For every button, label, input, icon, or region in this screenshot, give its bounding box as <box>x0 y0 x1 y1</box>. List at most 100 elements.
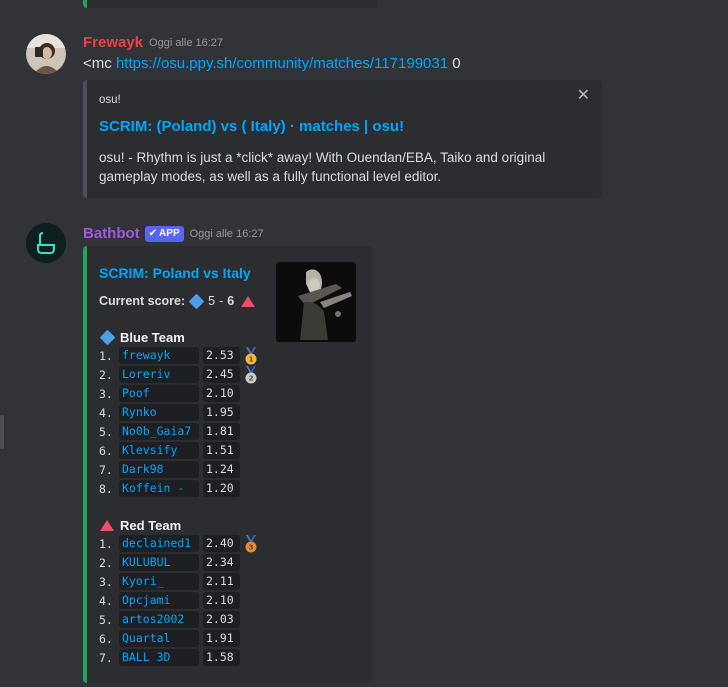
player-rank: 1. <box>99 348 113 363</box>
bronze-medal-icon: 3 <box>243 534 259 553</box>
player-name[interactable]: Loreriv <box>119 366 199 383</box>
player-row: 5. artos2002 2.03 <box>99 611 240 628</box>
svg-text:1: 1 <box>249 355 254 363</box>
embed-thumbnail[interactable] <box>276 262 356 342</box>
player-score: 1.95 <box>203 404 240 421</box>
player-row: 4. Opcjami 2.10 <box>99 592 240 609</box>
message-timestamp: Oggi alle 16:27 <box>149 36 224 49</box>
player-row: 1. frewayk 2.53 1 <box>99 346 259 365</box>
red-team-label: Red Team <box>120 518 182 533</box>
message-frewayk: Frewayk Oggi alle 16:27 <mc https://osu.… <box>0 28 728 203</box>
player-score: 1.91 <box>203 630 240 647</box>
message-bathbot: Bathbot ✔ APP Oggi alle 16:27 SCRIM: Pola… <box>0 203 728 687</box>
player-name[interactable]: artos2002 <box>119 611 199 628</box>
player-score: 1.20 <box>203 480 240 497</box>
verified-check-icon: ✔ <box>148 228 158 239</box>
player-row: 6. Quartal 1.91 <box>99 630 240 647</box>
message-text: <mc <box>83 55 116 72</box>
message-timestamp: Oggi alle 16:27 <box>189 227 264 240</box>
app-badge-label: APP <box>159 228 180 239</box>
red-triangle-icon <box>241 295 256 307</box>
author-name[interactable]: Frewayk <box>83 34 143 51</box>
player-row: 2. Loreriv 2.45 2 <box>99 365 259 384</box>
player-name[interactable]: Klevsify <box>119 442 199 459</box>
player-rank: 8. <box>99 481 113 496</box>
embed-title[interactable]: SCRIM: (Poland) vs ( Italy) · matches | … <box>99 118 404 135</box>
app-badge: ✔ APP <box>144 225 184 242</box>
svg-text:2: 2 <box>249 374 254 382</box>
player-row: 7. Dark98 1.24 <box>99 461 240 478</box>
link-embed: ✕ osu! SCRIM: (Poland) vs ( Italy) · mat… <box>83 80 602 198</box>
player-score: 2.40 <box>203 535 240 552</box>
player-rank: 1. <box>99 536 113 551</box>
player-score: 1.24 <box>203 461 240 478</box>
message-text-suffix: 0 <box>448 55 461 72</box>
player-name[interactable]: declained1 <box>119 535 199 552</box>
avatar[interactable] <box>26 34 66 74</box>
player-score: 1.51 <box>203 442 240 459</box>
player-rank: 5. <box>99 424 113 439</box>
score-separator: - <box>219 294 224 308</box>
player-name[interactable]: KULUBUL <box>119 554 199 571</box>
match-link[interactable]: https://osu.ppy.sh/community/matches/117… <box>116 55 448 72</box>
player-name[interactable]: Koffein - <box>119 480 199 497</box>
bot-avatar[interactable] <box>26 223 66 263</box>
message-content: <mc https://osu.ppy.sh/community/matches… <box>83 55 461 72</box>
player-name[interactable]: Kyori_ <box>119 573 199 590</box>
player-score: 2.45 <box>203 366 240 383</box>
player-score: 2.03 <box>203 611 240 628</box>
score-blue: 5 <box>208 294 216 308</box>
gold-medal-icon: 1 <box>243 346 259 365</box>
player-name[interactable]: Opcjami <box>119 592 199 609</box>
player-rank: 7. <box>99 650 113 665</box>
player-row: 2. KULUBUL 2.34 <box>99 554 240 571</box>
player-name[interactable]: Rynko <box>119 404 199 421</box>
player-score: 1.81 <box>203 423 240 440</box>
blue-diamond-icon <box>99 329 116 346</box>
blue-team-title: Blue Team <box>99 329 185 346</box>
player-rank: 4. <box>99 593 113 608</box>
previous-embed <box>83 0 377 8</box>
player-row: 4. Rynko 1.95 <box>99 404 240 421</box>
player-name[interactable]: Dark98 <box>119 461 199 478</box>
blue-diamond-icon <box>188 293 205 309</box>
player-row: 3. Poof 2.10 <box>99 385 240 402</box>
player-rank: 2. <box>99 555 113 570</box>
silver-medal-icon: 2 <box>243 365 259 384</box>
embed-provider: osu! <box>99 94 121 106</box>
player-rank: 3. <box>99 574 113 589</box>
author-name[interactable]: Bathbot <box>83 225 140 242</box>
player-row: 5. No0b_Gaia7 1.81 <box>99 423 240 440</box>
player-name[interactable]: No0b_Gaia7 <box>119 423 199 440</box>
player-score: 2.10 <box>203 592 240 609</box>
scrim-title[interactable]: SCRIM: Poland vs Italy <box>99 265 251 281</box>
red-triangle-icon <box>100 520 114 531</box>
player-rank: 6. <box>99 443 113 458</box>
player-rank: 5. <box>99 612 113 627</box>
player-rank: 4. <box>99 405 113 420</box>
score-label: Current score <box>99 294 181 308</box>
player-name[interactable]: Poof <box>119 385 199 402</box>
player-row: 7. BALL 3D 1.58 <box>99 649 240 666</box>
red-team-title: Red Team <box>99 518 181 533</box>
blue-team-label: Blue Team <box>120 330 185 345</box>
close-icon[interactable]: ✕ <box>577 85 590 105</box>
player-score: 2.10 <box>203 385 240 402</box>
score-red: 6 <box>227 294 235 308</box>
player-row: 1. declained1 2.40 3 <box>99 534 259 553</box>
player-name[interactable]: BALL 3D <box>119 649 199 666</box>
player-row: 8. Koffein -1.20 <box>99 480 240 497</box>
score-colon: : <box>180 294 186 308</box>
player-score: 2.11 <box>203 573 240 590</box>
player-row: 6. Klevsify 1.51 <box>99 442 240 459</box>
player-name[interactable]: frewayk <box>119 347 199 364</box>
player-score: 2.53 <box>203 347 240 364</box>
player-rank: 3. <box>99 386 113 401</box>
svg-text:3: 3 <box>249 543 254 551</box>
player-name[interactable]: Quartal <box>119 630 199 647</box>
embed-description: osu! - Rhythm is just a *click* away! Wi… <box>99 150 546 184</box>
player-score: 2.34 <box>203 554 240 571</box>
player-score: 1.58 <box>203 649 240 666</box>
current-score: Current score: 5 - 6 <box>99 293 256 309</box>
player-rank: 6. <box>99 631 113 646</box>
